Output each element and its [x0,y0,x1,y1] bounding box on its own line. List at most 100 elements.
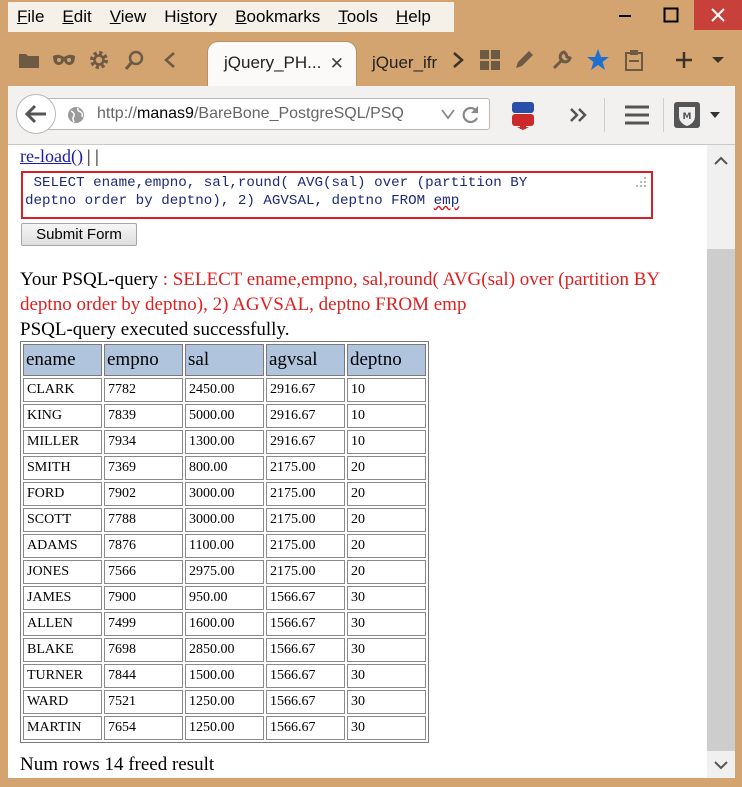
table-cell: ALLEN [23,612,102,636]
table-cell: 3000.00 [185,482,264,506]
reload-line: re-load() | | [20,146,99,167]
maximize-icon [663,7,679,23]
tab-inactive[interactable]: jQuer_ifr [360,42,442,82]
reload-separator: | | [86,146,99,166]
table-cell: FORD [23,482,102,506]
tab-strip: jQuery_PH... ✕ jQuer_ifr [0,36,742,86]
url-bar[interactable]: http://manas9/BareBone_PostgreSQL/PSQ [44,98,490,130]
chevron-left-icon[interactable] [158,48,182,72]
minimize-icon [619,15,631,17]
table-cell: 1300.00 [185,430,264,454]
success-message: PSQL-query executed successfully. [20,319,290,340]
submit-form-button[interactable]: Submit Form [21,223,137,246]
folder-icon[interactable] [17,48,41,72]
table-row: CLARK 7782 2450.00 2916.67 10 [23,378,426,402]
table-cell: 2450.00 [185,378,264,402]
scroll-down-icon[interactable] [714,757,728,775]
tab-close-icon[interactable]: ✕ [330,55,344,72]
menu-help[interactable]: Help [387,2,440,32]
table-row: TURNER 7844 1500.00 1566.67 30 [23,664,426,688]
sql-query-textarea[interactable]: SELECT ename,empno, sal,round( AVG(sal) … [21,171,653,219]
table-row: JONES 7566 2975.00 2175.00 20 [23,560,426,584]
table-cell: 2916.67 [266,404,345,428]
search-icon[interactable] [123,48,147,72]
scroll-up-icon[interactable] [714,153,728,171]
reload-link[interactable]: re-load() [20,146,83,166]
table-cell: 1250.00 [185,690,264,714]
table-body: CLARK 7782 2450.00 2916.67 10 KING 7839 5000.00… [23,378,426,740]
tab-active[interactable]: jQuery_PH... ✕ [208,42,356,86]
menu-edit[interactable]: Edit [53,2,100,32]
table-cell: ADAMS [23,534,102,558]
clipboard-icon[interactable] [622,48,646,72]
table-cell: 7521 [104,690,183,714]
mask-icon[interactable] [52,48,76,72]
table-cell: 7654 [104,716,183,740]
table-cell: WARD [23,690,102,714]
table-cell: 2850.00 [185,638,264,662]
table-cell: 2175.00 [266,534,345,558]
tab-title: jQuery_PH... [224,53,322,72]
table-row: WARD 7521 1250.00 1566.67 30 [23,690,426,714]
overflow-icon[interactable] [564,100,594,130]
edit-icon[interactable] [512,48,536,72]
table-cell: 30 [347,690,426,714]
table-cell: 10 [347,378,426,402]
table-cell: 1600.00 [185,612,264,636]
menu-file[interactable]: File [8,2,53,32]
table-cell: 10 [347,404,426,428]
wrench-icon[interactable] [550,48,574,72]
table-cell: 2175.00 [266,560,345,584]
table-cell: 2916.67 [266,378,345,402]
gear-icon[interactable] [87,48,111,72]
table-cell: 1500.00 [185,664,264,688]
close-window-button[interactable] [694,0,742,30]
star-icon[interactable] [586,48,610,72]
back-button[interactable] [16,94,56,134]
table-cell: 7876 [104,534,183,558]
query-echo: Your PSQL-query : SELECT ename,empno, sa… [20,267,700,317]
minimize-button[interactable] [602,0,648,30]
table-cell: 2175.00 [266,456,345,480]
title-bar: File Edit View History Bookmarks Tools H… [0,0,742,36]
extension-dropdown-icon[interactable] [705,100,725,130]
table-cell: 7900 [104,586,183,610]
svg-text:M: M [683,112,692,122]
table-cell: 1566.67 [266,612,345,636]
reload-icon[interactable] [461,105,481,130]
window-bottom-border [0,778,742,787]
table-row: FORD 7902 3000.00 2175.00 20 [23,482,426,506]
dropdown-icon[interactable] [441,107,455,125]
table-cell: 20 [347,456,426,480]
table-row: BLAKE 7698 2850.00 1566.67 30 [23,638,426,662]
table-cell: 2175.00 [266,508,345,532]
table-cell: MILLER [23,430,102,454]
menu-bookmarks[interactable]: Bookmarks [226,2,329,32]
maximize-button[interactable] [648,0,694,30]
spellcheck-word: emp [433,193,460,209]
resize-grip-icon[interactable] [582,173,647,214]
table-cell: 20 [347,508,426,532]
shield-extension-icon[interactable]: M [672,100,702,130]
scrollbar-thumb[interactable] [707,249,735,751]
menu-tools[interactable]: Tools [329,2,387,32]
table-cell: 1566.67 [266,638,345,662]
menu-history[interactable]: History [155,2,226,32]
menu-view[interactable]: View [101,2,156,32]
table-cell: 7788 [104,508,183,532]
back-arrow-icon [25,104,46,124]
grid-icon[interactable] [478,48,502,72]
url-text[interactable]: http://manas9/BareBone_PostgreSQL/PSQ [97,105,437,123]
table-cell: 2916.67 [266,430,345,454]
table-cell: 7934 [104,430,183,454]
table-cell: 30 [347,664,426,688]
hamburger-menu-icon[interactable] [622,100,652,130]
plus-icon[interactable] [672,48,696,72]
youtube-download-icon[interactable] [508,100,538,130]
chevron-down-icon[interactable] [706,48,730,72]
table-cell: 7698 [104,638,183,662]
table-cell: 30 [347,586,426,610]
table-row: JAMES 7900 950.00 1566.67 30 [23,586,426,610]
vertical-scrollbar[interactable] [707,145,735,778]
chevron-right-icon[interactable] [446,48,470,72]
